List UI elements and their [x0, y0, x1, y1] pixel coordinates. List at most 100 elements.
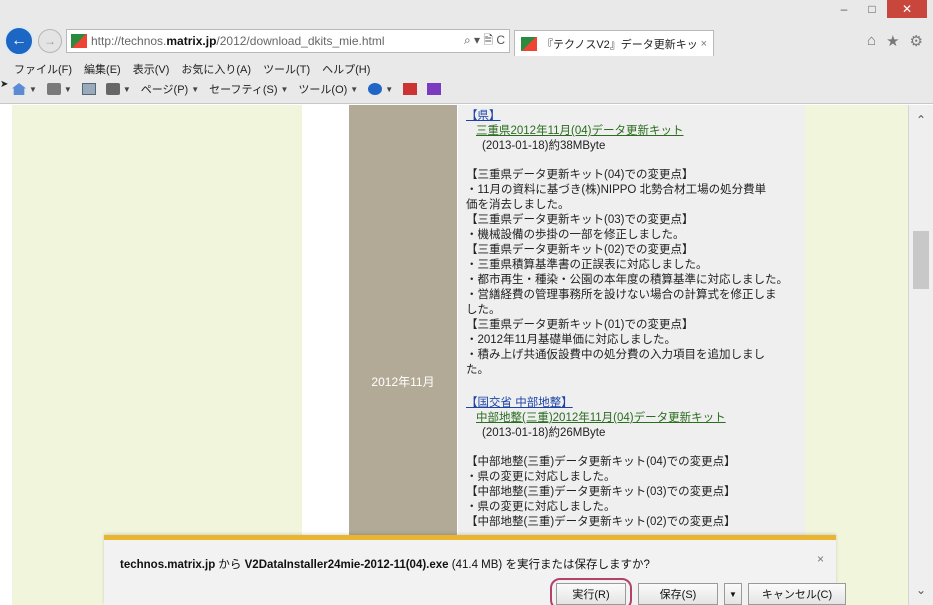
save-dropdown-button[interactable]: ▼ [724, 583, 742, 605]
scroll-up-icon[interactable]: ⌃ [909, 113, 933, 127]
pointer-arrow-icon: ➤ [0, 79, 9, 90]
changelog-line: 【三重県データ更新キット(02)での変更点】 [466, 244, 694, 256]
page-viewport: 2012年11月 【県】 三重県2012年11月(04)データ更新キット (20… [0, 105, 908, 605]
forward-button[interactable]: → [38, 29, 62, 53]
notification-close-icon[interactable]: × [817, 552, 824, 566]
section-heading-chubu[interactable]: 【国交省 中部地整】 [466, 396, 797, 411]
site-favicon-icon [71, 34, 87, 48]
menu-view[interactable]: 表示(V) [133, 61, 170, 77]
section-heading-pref[interactable]: 【県】 [466, 109, 797, 124]
safety-menu-label: セーフティ(S) [209, 84, 278, 96]
changelog-line: 【三重県データ更新キット(01)での変更点】 [466, 319, 694, 331]
menu-bar: ファイル(F) 編集(E) 表示(V) お気に入り(A) ツール(T) ヘルプ(… [14, 61, 370, 77]
back-arrow-icon: ← [11, 32, 27, 49]
changelog-line: ・県の変更に対応しました。 [466, 501, 616, 513]
cmd-home-button[interactable]: ▼ [12, 83, 37, 95]
command-bar: ▼ ▼ ▼ ページ(P) ▼ セーフティ(S) ▼ ツール(O) ▼ ▼ [12, 81, 442, 97]
menu-tools[interactable]: ツール(T) [263, 61, 310, 77]
changelog-line: ・県の変更に対応しました。 [466, 471, 616, 483]
changelog-line: 【三重県データ更新キット(03)での変更点】 [466, 214, 694, 226]
download-size: (41.4 MB) [451, 559, 503, 571]
menu-file[interactable]: ファイル(F) [14, 61, 72, 77]
extension-icon [403, 83, 418, 95]
save-button[interactable]: 保存(S) [638, 583, 718, 605]
scroll-down-icon[interactable]: ⌄ [909, 583, 933, 597]
download-from: から [218, 559, 242, 571]
cmd-extension-button[interactable] [403, 83, 418, 95]
mail-icon [81, 83, 96, 95]
menu-help[interactable]: ヘルプ(H) [322, 61, 370, 77]
cmd-page-menu[interactable]: ページ(P) ▼ [141, 81, 199, 97]
url-domain: matrix.jp [166, 34, 217, 48]
download-link-mie[interactable]: 三重県2012年11月(04)データ更新キット [476, 124, 797, 139]
close-window-button[interactable]: ✕ [887, 0, 927, 18]
changelog-line: 【中部地整(三重)データ更新キット(04)での変更点】 [466, 456, 736, 468]
scrollbar-thumb[interactable] [913, 231, 929, 289]
maximize-button[interactable]: □ [859, 0, 885, 18]
tab-favicon-icon [521, 36, 537, 51]
tools-menu-label: ツール(O) [298, 84, 348, 96]
run-button-highlight: 実行(R) [550, 578, 632, 605]
chevron-down-icon: ▼ [385, 84, 394, 94]
home-icon[interactable]: ⌂ [867, 32, 876, 50]
left-margin [12, 105, 302, 605]
download-domain: technos.matrix.jp [120, 559, 216, 571]
download-link-chubu[interactable]: 中部地整(三重)2012年11月(04)データ更新キット [476, 411, 797, 426]
cmd-help-button[interactable]: ▼ [368, 83, 393, 95]
url-prefix: http://technos. [91, 34, 167, 48]
forward-arrow-icon: → [44, 34, 56, 48]
cmd-feeds-button[interactable]: ▼ [46, 83, 72, 95]
download-question: を実行または保存しますか? [505, 559, 650, 571]
gear-icon[interactable]: ⚙ [910, 32, 923, 50]
download-notification-bar: technos.matrix.jp から V2DataInstaller24mi… [104, 535, 846, 605]
chevron-down-icon: ▼ [29, 84, 37, 94]
help-icon [368, 83, 383, 95]
run-button[interactable]: 実行(R) [556, 583, 626, 605]
download-list: 【県】 三重県2012年11月(04)データ更新キット (2013-01-18)… [458, 105, 805, 535]
cmd-safety-menu[interactable]: セーフティ(S) ▼ [209, 81, 288, 97]
feed-icon [46, 83, 61, 95]
chevron-down-icon: ▼ [191, 84, 200, 94]
cmd-print-button[interactable]: ▼ [105, 83, 131, 95]
right-margin [805, 105, 908, 605]
menu-favorites[interactable]: お気に入り(A) [181, 61, 251, 77]
download-message: technos.matrix.jp から V2DataInstaller24mi… [120, 556, 650, 572]
address-tools-icons[interactable]: ⌕ ▾ 🗎 C [464, 31, 505, 52]
vertical-scrollbar[interactable]: ⌃ ⌄ [908, 105, 933, 605]
changelog-line: 【三重県データ更新キット(04)での変更点】 [466, 169, 694, 181]
back-button[interactable]: ← [4, 26, 34, 56]
page-menu-label: ページ(P) [140, 84, 189, 96]
url-path: /2012/download_dkits_mie.html [216, 34, 385, 48]
right-toolbar: ⌂ ★ ⚙ [867, 32, 929, 50]
cancel-button[interactable]: キャンセル(C) [748, 583, 846, 605]
changelog-line: ・都市再生・種染・公園の本年度の積算基準に対応しました。 [466, 274, 788, 286]
menu-edit[interactable]: 編集(E) [84, 61, 121, 77]
changelog-line: 価を消去しました。 [466, 199, 570, 211]
address-bar[interactable]: http://technos.matrix.jp/2012/download_d… [66, 29, 510, 53]
notification-buttons: 実行(R) 保存(S) ▼ キャンセル(C) [550, 578, 846, 605]
cmd-tools-menu[interactable]: ツール(O) ▼ [298, 81, 358, 97]
url-text[interactable]: http://technos.matrix.jp/2012/download_d… [91, 34, 460, 48]
tab-title: 『テクノスV2』データ更新キット... [542, 38, 696, 51]
tab-close-icon[interactable]: × [701, 38, 707, 50]
cmd-extension2-button[interactable] [427, 83, 442, 95]
changelog-line: ・11月の資料に基づき(株)NIPPO 北勢合材工場の処分費単 [466, 184, 767, 196]
cmd-mail-button[interactable] [81, 83, 96, 95]
favorites-star-icon[interactable]: ★ [886, 32, 899, 50]
window-controls: ‒ □ ✕ [831, 0, 927, 18]
address-row: ← → http://technos.matrix.jp/2012/downlo… [4, 25, 929, 57]
download-meta-mie: (2013-01-18)約38MByte [482, 140, 606, 152]
chevron-down-icon: ▼ [122, 84, 131, 94]
changelog-line: 【中部地整(三重)データ更新キット(02)での変更点】 [466, 516, 736, 528]
minimize-button[interactable]: ‒ [831, 0, 857, 18]
download-meta-chubu: (2013-01-18)約26MByte [482, 427, 606, 439]
home-icon [12, 83, 26, 95]
tab-active[interactable]: 『テクノスV2』データ更新キット... × [514, 30, 714, 56]
onenote-icon [427, 83, 442, 95]
chevron-down-icon: ▼ [350, 84, 359, 94]
changelog-line: ・営繕経費の管理事務所を設けない場合の計算式を修正しま [466, 289, 777, 301]
changelog-line: た。 [466, 364, 489, 376]
changelog-line: ・三重県積算基準書の正誤表に対応しました。 [466, 259, 708, 271]
